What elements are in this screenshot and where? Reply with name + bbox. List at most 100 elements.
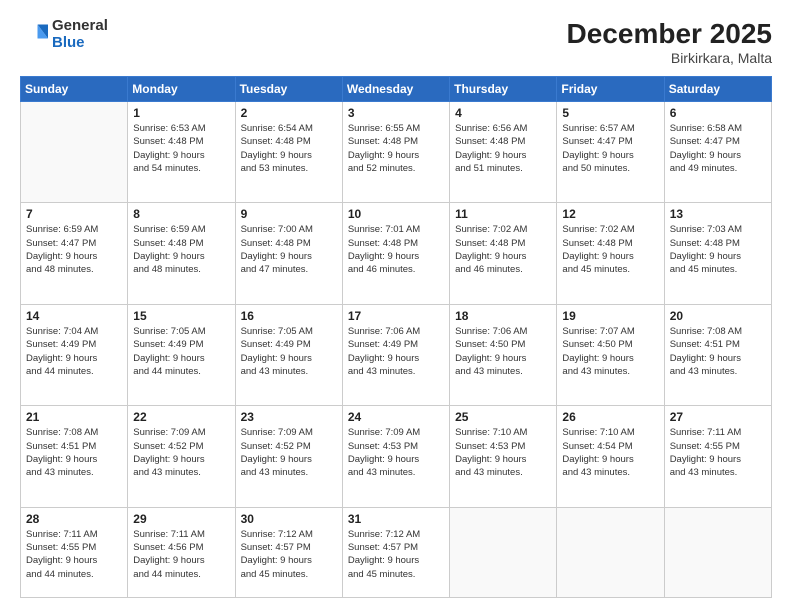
day-number: 10 [348,207,444,221]
day-info: Sunrise: 6:54 AMSunset: 4:48 PMDaylight:… [241,122,337,175]
day-number: 25 [455,410,551,424]
day-number: 9 [241,207,337,221]
calendar-cell: 1 Sunrise: 6:53 AMSunset: 4:48 PMDaylight… [128,102,235,203]
calendar-cell: 7 Sunrise: 6:59 AMSunset: 4:47 PMDaylight… [21,203,128,304]
calendar-cell: 4Sunrise: 6:56 AMSunset: 4:48 PMDaylight… [450,102,557,203]
logo-general: General [52,18,108,35]
day-info: Sunrise: 7:07 AMSunset: 4:50 PMDaylight:… [562,325,658,378]
day-info: Sunrise: 7:09 AMSunset: 4:52 PMDaylight:… [133,426,229,479]
day-number: 29 [133,512,229,526]
calendar-cell: 27Sunrise: 7:11 AMSunset: 4:55 PMDayligh… [664,406,771,507]
calendar-cell: 2 Sunrise: 6:54 AMSunset: 4:48 PMDaylight… [235,102,342,203]
day-number: 11 [455,207,551,221]
day-number: 26 [562,410,658,424]
day-number: 8 [133,207,229,221]
logo-blue: Blue [52,35,108,52]
calendar-week-2: 7 Sunrise: 6:59 AMSunset: 4:47 PMDaylight… [21,203,772,304]
logo-icon [20,21,48,49]
day-number: 21 [26,410,122,424]
day-info: Sunrise: 7:08 AMSunset: 4:51 PMDaylight:… [26,426,122,479]
day-info: Sunrise: 6:53 AMSunset: 4:48 PMDaylight:… [133,122,229,175]
day-number: 22 [133,410,229,424]
calendar-cell: 17 Sunrise: 7:06 AMSunset: 4:49 PMDayligh… [342,304,449,405]
day-number: 24 [348,410,444,424]
day-number: 23 [241,410,337,424]
calendar-cell [557,507,664,597]
calendar-cell: 26Sunrise: 7:10 AMSunset: 4:54 PMDayligh… [557,406,664,507]
logo-text: General Blue [52,18,108,51]
day-info: Sunrise: 7:06 AMSunset: 4:50 PMDaylight:… [455,325,551,378]
calendar-cell: 11 Sunrise: 7:02 AMSunset: 4:48 PMDayligh… [450,203,557,304]
day-info: Sunrise: 6:59 AMSunset: 4:48 PMDaylight:… [133,223,229,276]
day-number: 16 [241,309,337,323]
calendar-cell: 14Sunrise: 7:04 AMSunset: 4:49 PMDayligh… [21,304,128,405]
day-info: Sunrise: 7:11 AMSunset: 4:56 PMDaylight:… [133,528,229,581]
calendar-cell: 23 Sunrise: 7:09 AMSunset: 4:52 PMDayligh… [235,406,342,507]
day-number: 5 [562,106,658,120]
header: General Blue December 2025 Birkirkara, M… [20,18,772,66]
calendar-cell: 10 Sunrise: 7:01 AMSunset: 4:48 PMDayligh… [342,203,449,304]
calendar-cell: 21 Sunrise: 7:08 AMSunset: 4:51 PMDayligh… [21,406,128,507]
calendar-cell: 16 Sunrise: 7:05 AMSunset: 4:49 PMDayligh… [235,304,342,405]
title-location: Birkirkara, Malta [567,50,772,66]
calendar-cell [450,507,557,597]
day-number: 2 [241,106,337,120]
day-number: 20 [670,309,766,323]
calendar-week-3: 14Sunrise: 7:04 AMSunset: 4:49 PMDayligh… [21,304,772,405]
day-number: 12 [562,207,658,221]
day-info: Sunrise: 7:05 AMSunset: 4:49 PMDaylight:… [241,325,337,378]
day-number: 17 [348,309,444,323]
day-info: Sunrise: 7:02 AMSunset: 4:48 PMDaylight:… [455,223,551,276]
day-info: Sunrise: 6:57 AMSunset: 4:47 PMDaylight:… [562,122,658,175]
calendar-cell: 30 Sunrise: 7:12 AMSunset: 4:57 PMDayligh… [235,507,342,597]
calendar-header-saturday: Saturday [664,77,771,102]
calendar-cell [21,102,128,203]
day-info: Sunrise: 7:10 AMSunset: 4:53 PMDaylight:… [455,426,551,479]
calendar-cell: 15Sunrise: 7:05 AMSunset: 4:49 PMDayligh… [128,304,235,405]
calendar-cell: 25 Sunrise: 7:10 AMSunset: 4:53 PMDayligh… [450,406,557,507]
day-info: Sunrise: 7:03 AMSunset: 4:48 PMDaylight:… [670,223,766,276]
day-info: Sunrise: 7:09 AMSunset: 4:53 PMDaylight:… [348,426,444,479]
day-number: 7 [26,207,122,221]
day-info: Sunrise: 6:59 AMSunset: 4:47 PMDaylight:… [26,223,122,276]
page: General Blue December 2025 Birkirkara, M… [0,0,792,612]
day-info: Sunrise: 6:58 AMSunset: 4:47 PMDaylight:… [670,122,766,175]
calendar-cell [664,507,771,597]
day-info: Sunrise: 7:12 AMSunset: 4:57 PMDaylight:… [241,528,337,581]
day-info: Sunrise: 7:06 AMSunset: 4:49 PMDaylight:… [348,325,444,378]
day-number: 19 [562,309,658,323]
calendar-header-tuesday: Tuesday [235,77,342,102]
calendar-cell: 24 Sunrise: 7:09 AMSunset: 4:53 PMDayligh… [342,406,449,507]
calendar-cell: 12Sunrise: 7:02 AMSunset: 4:48 PMDayligh… [557,203,664,304]
day-info: Sunrise: 7:00 AMSunset: 4:48 PMDaylight:… [241,223,337,276]
calendar-week-5: 28Sunrise: 7:11 AMSunset: 4:55 PMDayligh… [21,507,772,597]
calendar-cell: 3 Sunrise: 6:55 AMSunset: 4:48 PMDaylight… [342,102,449,203]
calendar-header-friday: Friday [557,77,664,102]
day-number: 18 [455,309,551,323]
calendar-cell: 13Sunrise: 7:03 AMSunset: 4:48 PMDayligh… [664,203,771,304]
day-number: 28 [26,512,122,526]
calendar-cell: 18 Sunrise: 7:06 AMSunset: 4:50 PMDayligh… [450,304,557,405]
title-block: December 2025 Birkirkara, Malta [567,18,772,66]
calendar-header-wednesday: Wednesday [342,77,449,102]
calendar-cell: 8 Sunrise: 6:59 AMSunset: 4:48 PMDaylight… [128,203,235,304]
day-number: 30 [241,512,337,526]
day-info: Sunrise: 6:56 AMSunset: 4:48 PMDaylight:… [455,122,551,175]
day-info: Sunrise: 7:01 AMSunset: 4:48 PMDaylight:… [348,223,444,276]
logo: General Blue [20,18,108,51]
day-number: 6 [670,106,766,120]
calendar-header-thursday: Thursday [450,77,557,102]
day-info: Sunrise: 7:12 AMSunset: 4:57 PMDaylight:… [348,528,444,581]
day-number: 14 [26,309,122,323]
calendar-cell: 5 Sunrise: 6:57 AMSunset: 4:47 PMDaylight… [557,102,664,203]
calendar-cell: 28Sunrise: 7:11 AMSunset: 4:55 PMDayligh… [21,507,128,597]
calendar-cell: 20Sunrise: 7:08 AMSunset: 4:51 PMDayligh… [664,304,771,405]
day-info: Sunrise: 7:05 AMSunset: 4:49 PMDaylight:… [133,325,229,378]
day-number: 1 [133,106,229,120]
calendar-week-4: 21 Sunrise: 7:08 AMSunset: 4:51 PMDayligh… [21,406,772,507]
calendar-header-sunday: Sunday [21,77,128,102]
day-info: Sunrise: 7:11 AMSunset: 4:55 PMDaylight:… [670,426,766,479]
day-info: Sunrise: 7:09 AMSunset: 4:52 PMDaylight:… [241,426,337,479]
day-info: Sunrise: 6:55 AMSunset: 4:48 PMDaylight:… [348,122,444,175]
day-number: 3 [348,106,444,120]
